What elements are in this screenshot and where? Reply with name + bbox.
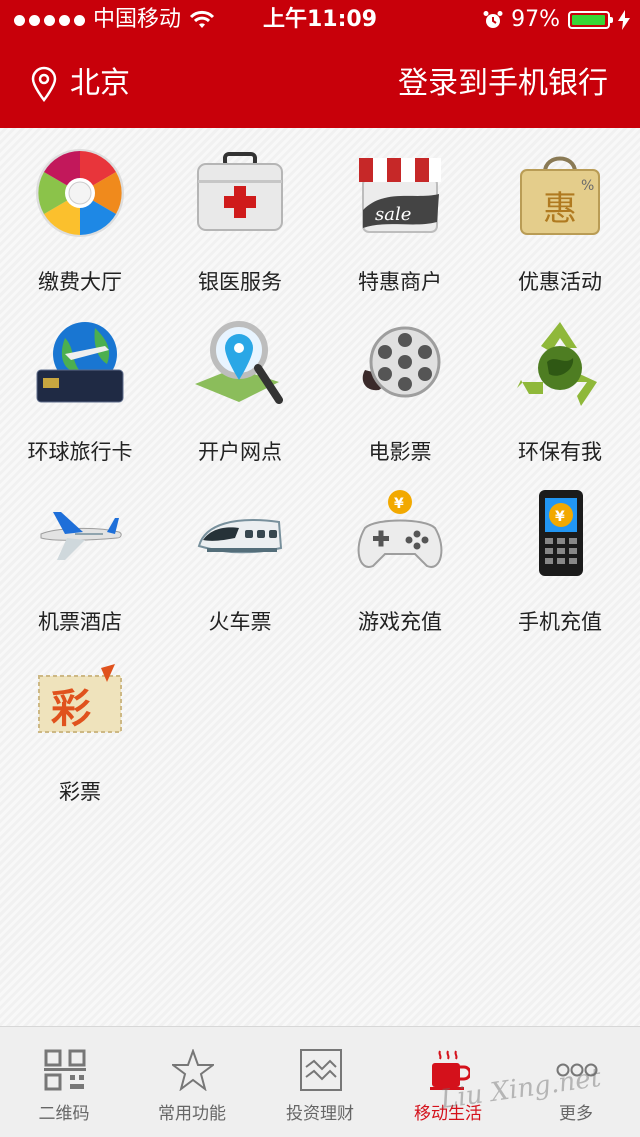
star-icon xyxy=(172,1049,214,1091)
tab-label: 更多 xyxy=(559,1104,593,1124)
location-pin-icon xyxy=(31,66,57,102)
grid-item-discount-merchants[interactable]: sale 特惠商户 xyxy=(320,128,480,298)
grid-item-label: 电影票 xyxy=(368,440,432,464)
grid-item-lottery[interactable]: 彩 彩票 xyxy=(0,638,160,808)
map-pin-magnifier-icon xyxy=(195,321,283,404)
medical-kit-icon xyxy=(197,152,283,231)
location-selector[interactable]: 北京 xyxy=(30,40,130,128)
service-grid-area: 缴费大厅 银医服务 sale 特惠商户 惠 % 优惠活动 环球旅行卡 开户网点 … xyxy=(0,128,640,1026)
discount-bag-icon: 惠 % xyxy=(520,156,600,235)
battery-fill xyxy=(572,15,605,25)
location-label: 北京 xyxy=(70,66,130,101)
grid-item-game-recharge[interactable]: ¥ 游戏充值 xyxy=(320,468,480,638)
grid-item-train-tickets[interactable]: 火车票 xyxy=(160,468,320,638)
lottery-ticket-icon: 彩 xyxy=(38,664,122,733)
film-reel-icon xyxy=(362,326,441,398)
grid-item-eco[interactable]: 环保有我 xyxy=(480,298,640,468)
grid-item-label: 环球旅行卡 xyxy=(27,440,133,464)
tab-label: 投资理财 xyxy=(286,1104,354,1124)
svg-text:惠: 惠 xyxy=(543,189,577,229)
grid-item-mobile-recharge[interactable]: ¥ 手机充值 xyxy=(480,468,640,638)
tab-qr-code[interactable]: 二维码 xyxy=(0,1027,128,1137)
gamepad-icon: ¥ xyxy=(357,490,443,568)
login-link[interactable]: 登录到手机银行 xyxy=(398,40,608,128)
svg-text:彩: 彩 xyxy=(51,685,91,732)
grid-item-label: 优惠活动 xyxy=(518,270,602,294)
grid-item-label: 游戏充值 xyxy=(358,610,442,634)
svg-text:%: % xyxy=(581,178,594,194)
globe-card-icon xyxy=(36,322,124,403)
grid-item-label: 特惠商户 xyxy=(358,270,442,294)
alarm-icon xyxy=(483,11,503,28)
grid-item-label: 彩票 xyxy=(59,780,101,804)
grid-item-global-travel-card[interactable]: 环球旅行卡 xyxy=(0,298,160,468)
grid-item-payment-hall[interactable]: 缴费大厅 xyxy=(0,128,160,298)
tab-favorites[interactable]: 常用功能 xyxy=(128,1027,256,1137)
battery-percent: 97% xyxy=(511,7,560,32)
recycle-globe-icon xyxy=(517,322,597,406)
phone-icon: ¥ xyxy=(539,490,583,576)
svg-text:¥: ¥ xyxy=(394,496,404,512)
grid-item-label: 环保有我 xyxy=(518,440,602,464)
top-bar: 中国移动 上午11:09 97% 北京 登录到手机银行 xyxy=(0,0,640,128)
qr-code-icon xyxy=(44,1049,86,1091)
grid-item-label: 开户网点 xyxy=(198,440,282,464)
grid-item-flights-hotels[interactable]: 机票酒店 xyxy=(0,468,160,638)
charging-bolt-icon xyxy=(618,10,630,30)
tab-investment[interactable]: 投资理财 xyxy=(256,1027,384,1137)
grid-item-promotions[interactable]: 惠 % 优惠活动 xyxy=(480,128,640,298)
grid-item-medical-service[interactable]: 银医服务 xyxy=(160,128,320,298)
payment-wheel-icon xyxy=(36,149,124,237)
grid-item-label: 银医服务 xyxy=(198,270,282,294)
grid-item-branch-locator[interactable]: 开户网点 xyxy=(160,298,320,468)
sale-shop-icon: sale xyxy=(359,158,441,233)
tab-label: 二维码 xyxy=(38,1104,90,1124)
grid-item-label: 机票酒店 xyxy=(38,610,122,634)
grid-item-movie-tickets[interactable]: 电影票 xyxy=(320,298,480,468)
tab-label: 常用功能 xyxy=(158,1104,226,1124)
airplane-icon xyxy=(40,512,122,560)
status-right: 97% xyxy=(483,0,630,40)
header: 北京 登录到手机银行 xyxy=(0,40,640,128)
svg-text:¥: ¥ xyxy=(555,509,565,525)
chart-icon xyxy=(300,1049,342,1091)
grid-item-label: 手机充值 xyxy=(518,610,602,634)
grid-item-label: 缴费大厅 xyxy=(38,270,122,294)
status-bar: 中国移动 上午11:09 97% xyxy=(0,0,640,40)
svg-text:sale: sale xyxy=(375,204,411,225)
battery-icon xyxy=(568,11,613,29)
grid-item-label: 火车票 xyxy=(208,610,272,634)
bullet-train-icon xyxy=(197,519,283,554)
